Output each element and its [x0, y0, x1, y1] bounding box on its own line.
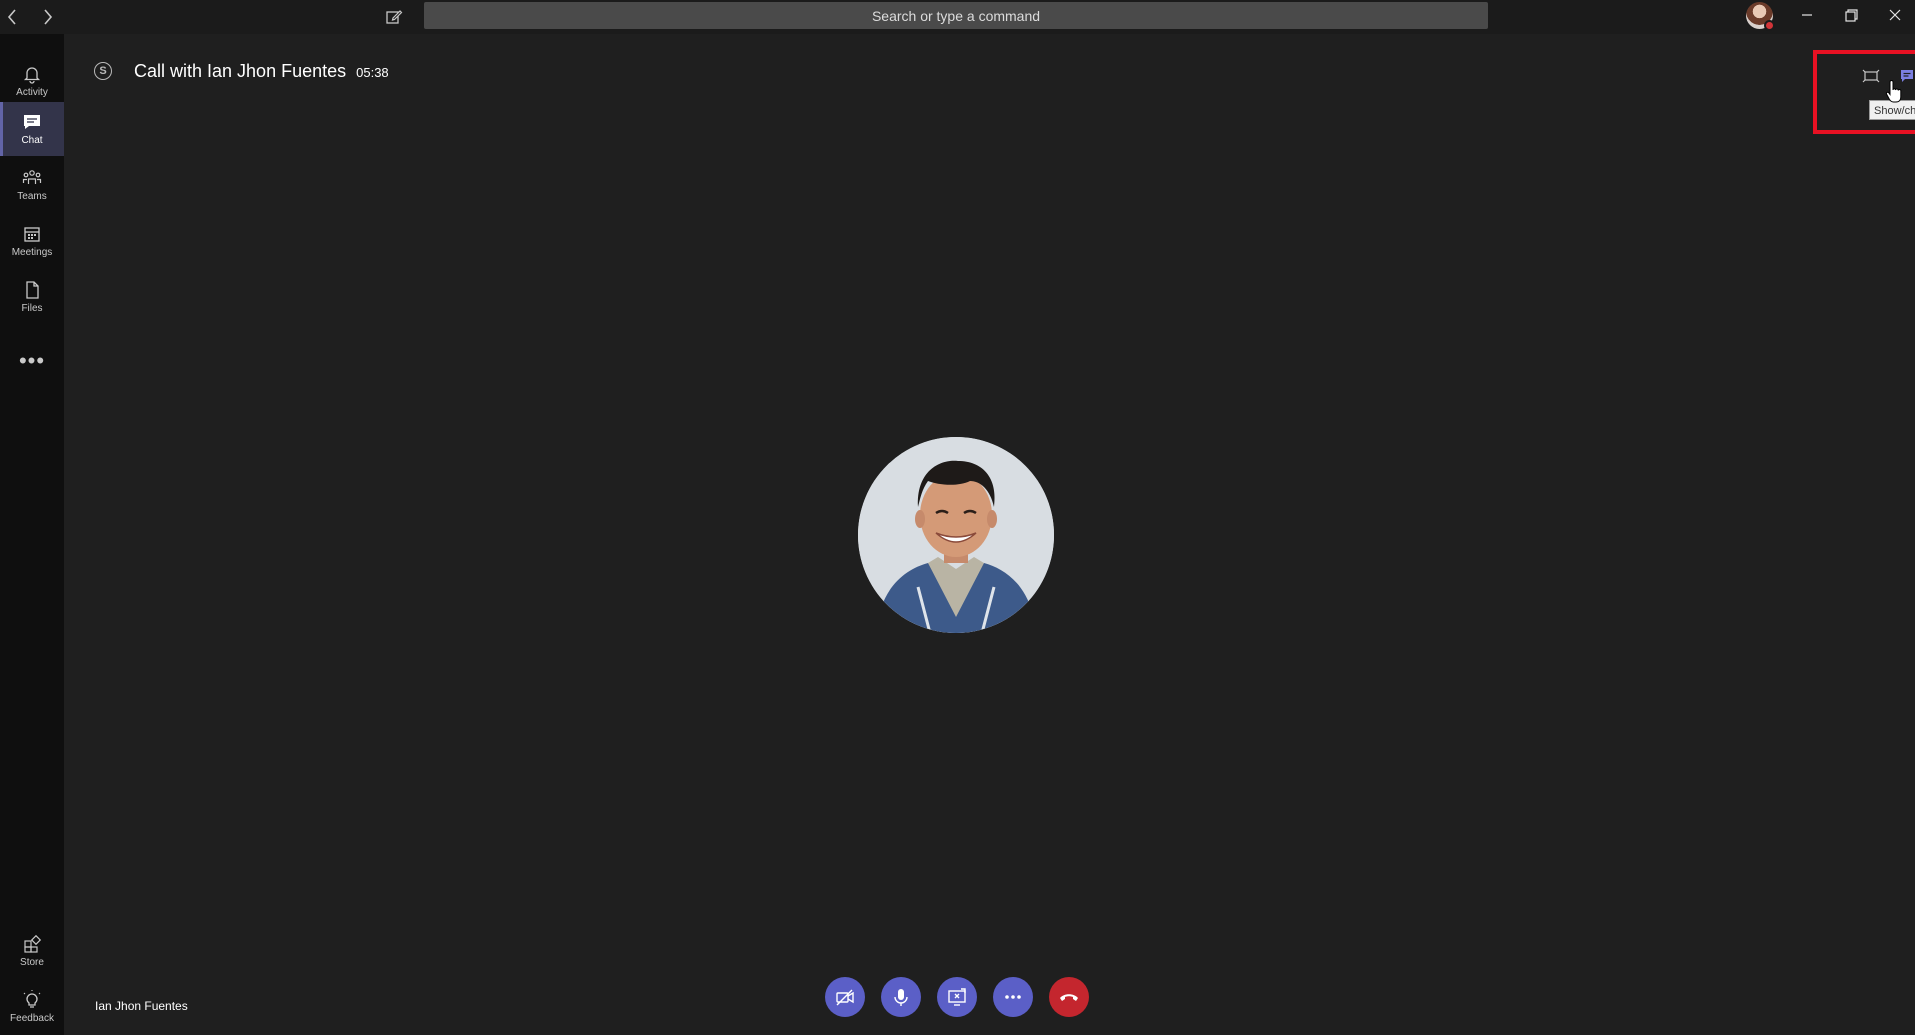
call-timer: 05:38 [356, 65, 389, 80]
rail-item-store[interactable]: Store [0, 924, 64, 978]
rail-label-store: Store [20, 957, 44, 968]
call-header: S Call with Ian Jhon Fuentes 05:38 [94, 58, 389, 84]
top-controls: Show/choose devi [1813, 50, 1915, 134]
rail-item-meetings[interactable]: Meetings [0, 214, 64, 268]
store-icon [24, 934, 42, 953]
show-devices-icon[interactable] [1895, 64, 1915, 88]
more-actions-button[interactable] [993, 977, 1033, 1017]
participant-name-label: Ian Jhon Fuentes [95, 999, 188, 1013]
more-apps-icon[interactable]: ••• [0, 346, 64, 376]
chat-icon [24, 115, 40, 129]
rail-label-feedback: Feedback [10, 1013, 54, 1024]
teams-icon [22, 170, 42, 184]
rail-label-activity: Activity [16, 87, 48, 98]
minimize-icon[interactable] [1785, 0, 1829, 30]
rail-item-files[interactable]: Files [0, 270, 64, 324]
call-stage: S Call with Ian Jhon Fuentes 05:38 Show/… [64, 34, 1915, 1032]
hang-up-button[interactable] [1049, 977, 1089, 1017]
call-controls [825, 977, 1089, 1019]
participant-avatar [858, 437, 1054, 633]
rail-item-feedback[interactable]: Feedback [0, 980, 64, 1034]
chevron-left-icon[interactable] [0, 5, 24, 29]
microphone-icon [894, 989, 908, 1006]
compose-icon[interactable] [381, 4, 407, 30]
calendar-icon [24, 227, 40, 242]
profile-avatar[interactable] [1746, 2, 1775, 31]
highlight-box [1813, 50, 1915, 134]
file-icon [26, 281, 39, 299]
rail-item-teams[interactable]: Teams [0, 158, 64, 212]
chevron-right-icon[interactable] [36, 5, 60, 29]
close-icon[interactable] [1873, 0, 1915, 30]
rail-label-files: Files [21, 303, 43, 314]
hang-up-icon [1060, 994, 1078, 1001]
presence-busy-icon [1764, 20, 1775, 31]
restore-icon[interactable] [1829, 0, 1873, 30]
rail-label-meetings: Meetings [11, 247, 53, 258]
rail-item-chat[interactable]: Chat [0, 102, 64, 156]
rail-label-teams: Teams [17, 191, 47, 202]
rail-label-chat: Chat [21, 135, 43, 146]
bell-icon [23, 67, 41, 84]
tooltip: Show/choose devi [1869, 100, 1915, 120]
camera-off-icon [836, 989, 854, 1006]
skype-icon: S [94, 62, 112, 80]
call-title: Call with Ian Jhon Fuentes [134, 60, 347, 81]
title-bar [0, 0, 1915, 34]
camera-off-button[interactable] [825, 977, 865, 1017]
share-screen-button[interactable] [937, 977, 977, 1017]
more-icon [1005, 995, 1021, 999]
share-screen-icon [948, 988, 966, 1006]
app-rail: Activity Chat Teams Meetings Files ••• S… [0, 34, 64, 1035]
search-input[interactable] [424, 2, 1488, 29]
rail-item-activity[interactable]: Activity [0, 54, 64, 108]
mic-button[interactable] [881, 977, 921, 1017]
lightbulb-icon [23, 990, 41, 1008]
fullscreen-icon[interactable] [1859, 64, 1883, 88]
